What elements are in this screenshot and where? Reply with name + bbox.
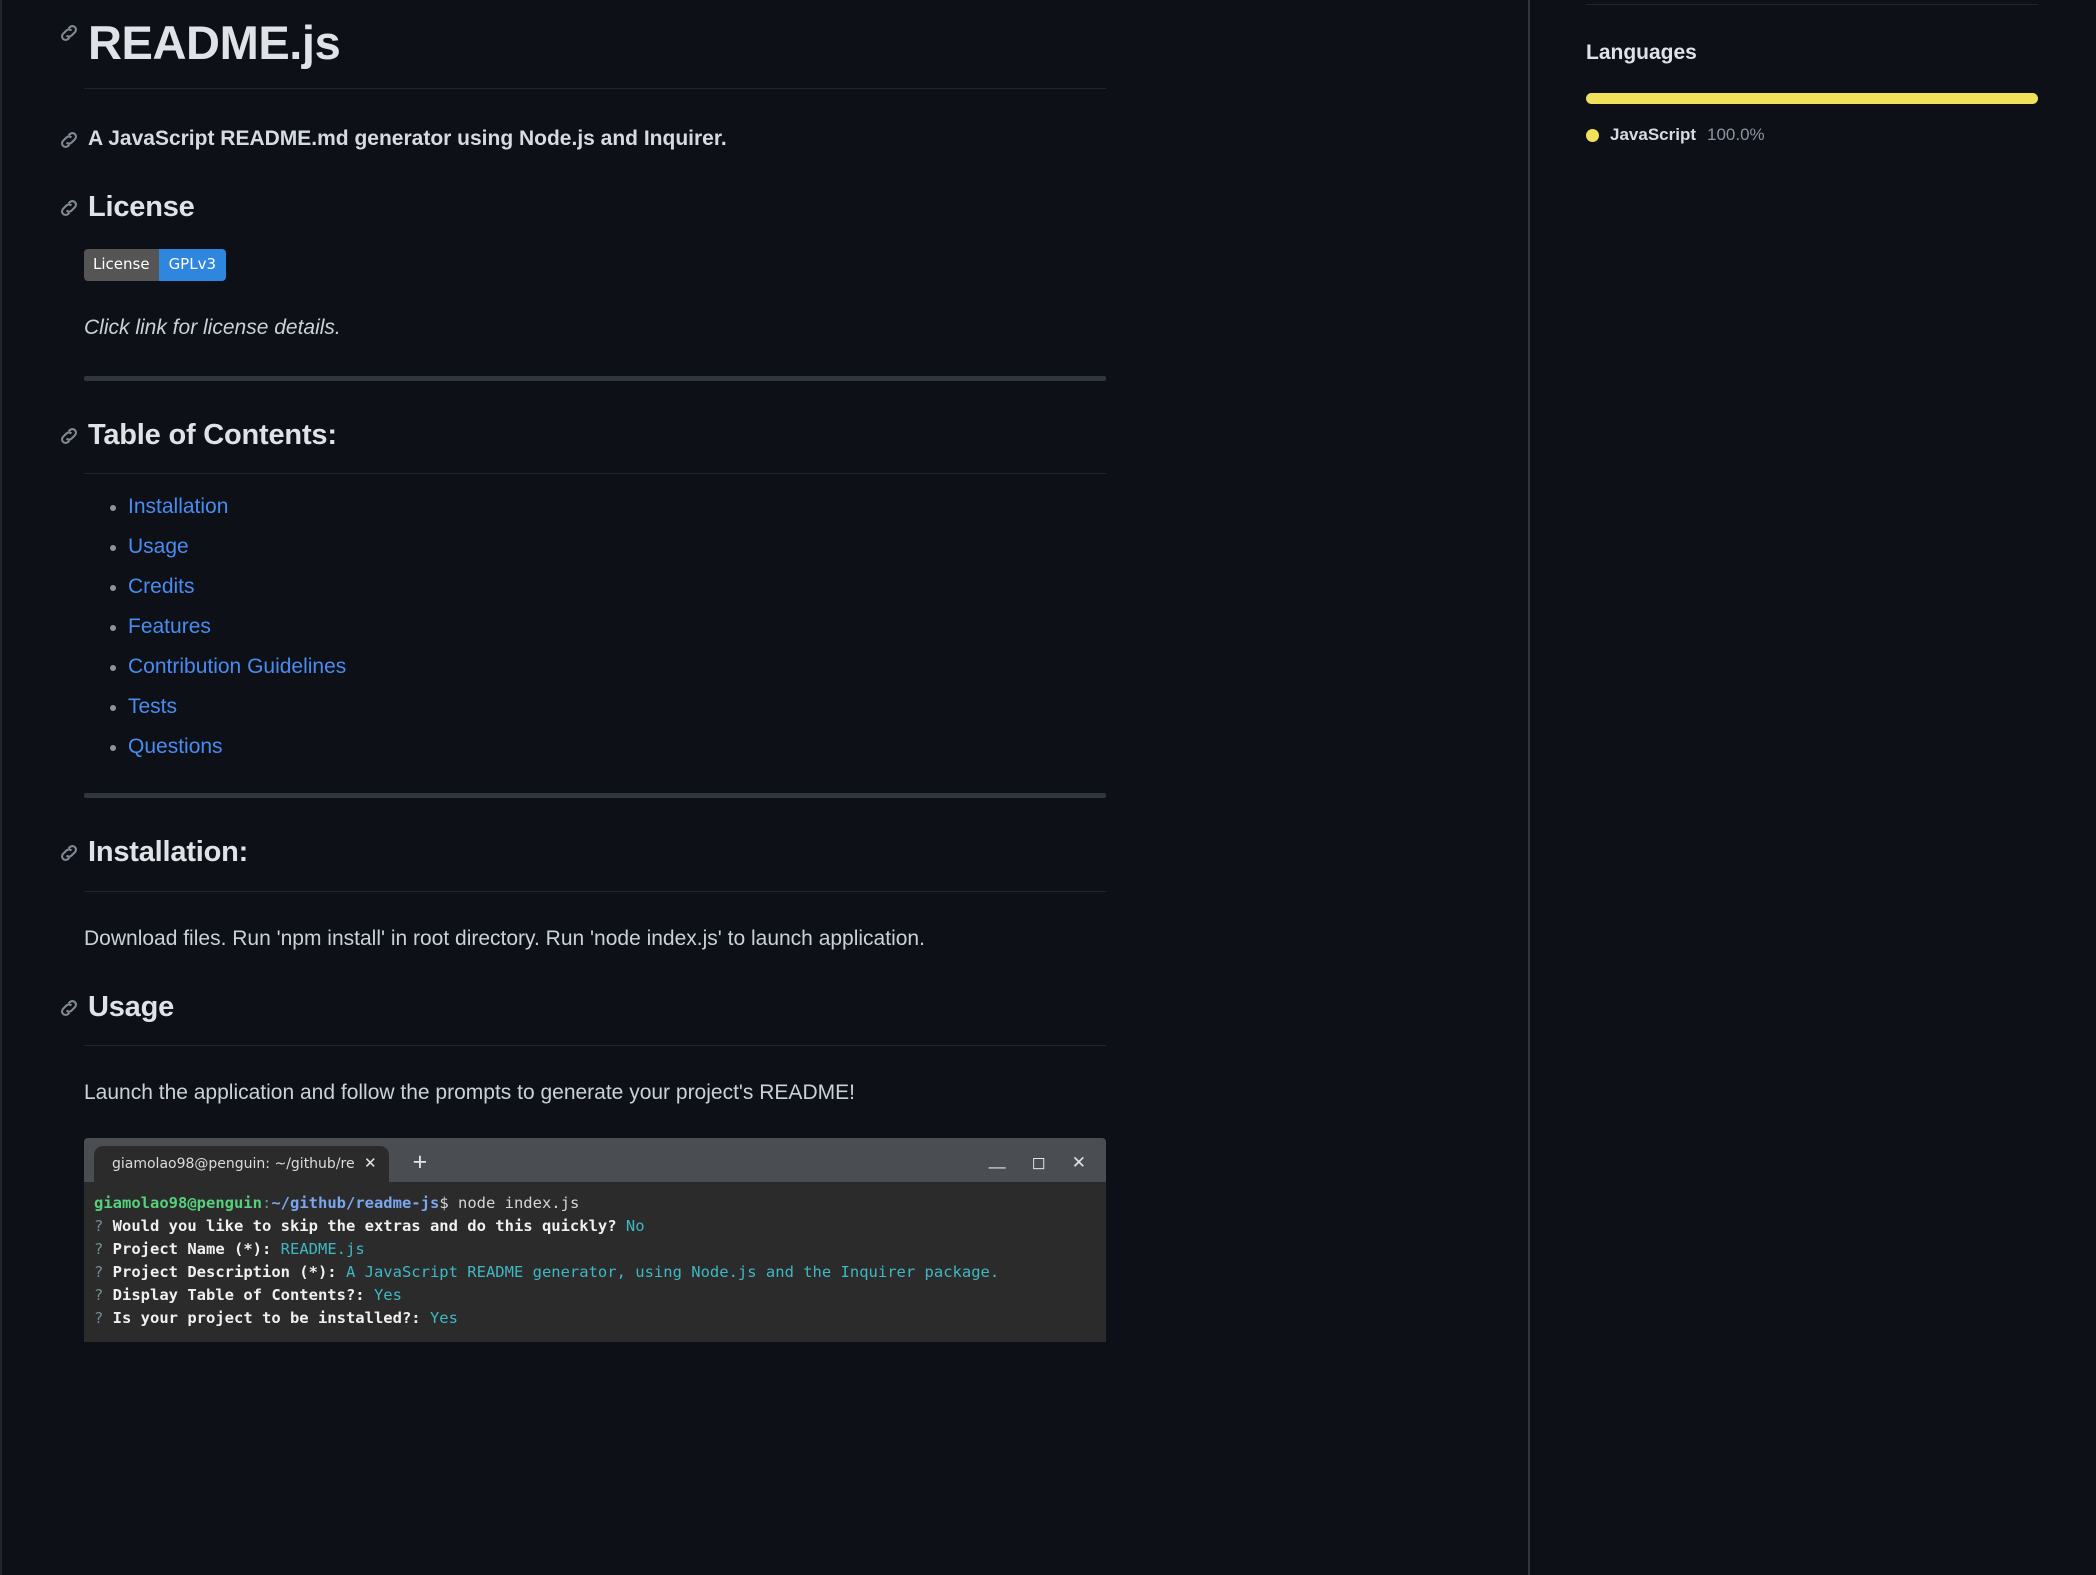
usage-divider — [84, 1045, 1106, 1047]
license-badge-value: GPLv3 — [158, 248, 227, 281]
usage-body: Launch the application and follow the pr… — [84, 1081, 855, 1105]
installation-divider — [84, 890, 1106, 892]
terminal-answer: Yes — [364, 1285, 402, 1304]
terminal-marker: ? — [94, 1239, 104, 1258]
anchor-link-icon[interactable] — [58, 425, 80, 447]
languages-bar — [1586, 93, 2038, 104]
license-heading: License — [88, 190, 195, 223]
anchor-link-icon[interactable] — [58, 129, 80, 151]
terminal-sep: : — [261, 1193, 272, 1212]
terminal-line: ? Would you like to skip the extras and … — [94, 1215, 1106, 1238]
terminal-answer: README.js — [271, 1239, 365, 1258]
language-row-javascript[interactable]: JavaScript 100.0% — [1586, 125, 2036, 145]
plus-icon[interactable]: + — [413, 1149, 428, 1175]
close-icon[interactable]: ✕ — [364, 1156, 377, 1171]
terminal-marker: ? — [94, 1285, 104, 1304]
terminal-screenshot: giamolao98@penguin: ~/github/read ✕ + — … — [84, 1137, 1106, 1342]
list-item: Installation — [110, 495, 1468, 518]
terminal-question: Would you like to skip the extras and do… — [103, 1216, 617, 1235]
readme-main-column: README.js A JavaScript README.md generat… — [0, 0, 1530, 1575]
toc-heading: Table of Contents: — [88, 418, 337, 451]
usage-heading: Usage — [88, 991, 175, 1024]
toc-divider — [84, 473, 1106, 475]
minimize-icon[interactable]: — — [989, 1158, 1006, 1175]
section-divider-2 — [84, 793, 1106, 799]
readme-subtitle-row: A JavaScript README.md generator using N… — [58, 125, 1468, 152]
toc-link-usage[interactable]: Usage — [128, 535, 189, 558]
anchor-link-icon[interactable] — [58, 197, 80, 219]
readme-title-row: README.js — [58, 0, 1468, 67]
terminal-question: Project Name (*): — [103, 1239, 272, 1258]
list-item: Credits — [110, 575, 1468, 598]
toc-heading-row: Table of Contents: — [58, 419, 1468, 452]
toc-link-questions[interactable]: Questions — [128, 735, 223, 758]
list-item: Contribution Guidelines — [110, 655, 1468, 678]
terminal-window-controls: — ◻ ✕ — [989, 1154, 1106, 1182]
terminal-line: ? Project Name (*): README.js — [94, 1238, 1106, 1261]
terminal-marker: ? — [94, 1262, 104, 1281]
repository-sidebar: Languages JavaScript 100.0% — [1530, 0, 2092, 1575]
installation-body: Download files. Run 'npm install' in roo… — [84, 926, 925, 950]
toc-link-installation[interactable]: Installation — [128, 495, 228, 518]
language-color-dot — [1586, 128, 1599, 142]
toc-link-contribution-guidelines[interactable]: Contribution Guidelines — [128, 655, 346, 678]
terminal-output[interactable]: giamolao98@penguin:~/github/readme-js$ n… — [84, 1181, 1106, 1342]
page-title: README.js — [88, 16, 341, 69]
toc-list: Installation Usage Credits Features Cont… — [58, 496, 1468, 757]
terminal-question: Display Table of Contents?: — [103, 1285, 365, 1304]
anchor-link-icon[interactable] — [58, 842, 80, 864]
list-item: Usage — [110, 535, 1468, 558]
terminal-answer: No — [616, 1216, 645, 1235]
repository-readme-page: README.js A JavaScript README.md generat… — [0, 0, 2096, 1575]
toc-link-features[interactable]: Features — [128, 615, 211, 638]
language-name: JavaScript — [1610, 125, 1696, 144]
sidebar-top-divider — [1586, 4, 2038, 5]
section-divider-1 — [84, 375, 1106, 381]
close-icon[interactable]: ✕ — [1072, 1154, 1086, 1171]
toc-link-tests[interactable]: Tests — [128, 695, 177, 718]
readme-subtitle: A JavaScript README.md generator using N… — [88, 127, 727, 151]
terminal-command: node index.js — [448, 1193, 580, 1212]
anchor-link-icon[interactable] — [58, 22, 80, 44]
installation-heading: Installation: — [88, 836, 249, 869]
terminal-question: Project Description (*): — [103, 1262, 337, 1281]
list-item: Tests — [110, 695, 1468, 718]
terminal-answer: Yes — [420, 1308, 458, 1327]
terminal-tab[interactable]: giamolao98@penguin: ~/github/read ✕ — [94, 1145, 389, 1182]
terminal-tab-label: giamolao98@penguin: ~/github/read — [112, 1155, 354, 1172]
terminal-answer: A JavaScript README generator, using Nod… — [336, 1262, 1000, 1281]
languages-heading: Languages — [1586, 41, 1697, 64]
terminal-path: ~/github/readme-js — [271, 1193, 440, 1212]
license-note: Click link for license details. — [84, 315, 341, 339]
installation-heading-row: Installation: — [58, 836, 1468, 869]
terminal-title-bar: giamolao98@penguin: ~/github/read ✕ + — … — [84, 1137, 1106, 1182]
toc-link-credits[interactable]: Credits — [128, 575, 195, 598]
list-item: Questions — [110, 735, 1468, 758]
terminal-dollar: $ — [439, 1193, 449, 1212]
maximize-icon[interactable]: ◻ — [1032, 1154, 1046, 1171]
language-percent: 100.0% — [1707, 125, 1765, 144]
terminal-marker: ? — [94, 1216, 104, 1235]
language-segment-javascript[interactable] — [1586, 93, 2038, 104]
list-item: Features — [110, 615, 1468, 638]
terminal-prompt-line: giamolao98@penguin:~/github/readme-js$ n… — [94, 1192, 1106, 1215]
license-heading-row: License — [58, 191, 1468, 224]
title-divider — [84, 88, 1106, 90]
terminal-user: giamolao98@penguin — [94, 1193, 262, 1212]
license-badge[interactable]: License GPLv3 — [84, 248, 227, 281]
terminal-line: ? Display Table of Contents?: Yes — [94, 1284, 1106, 1307]
usage-heading-row: Usage — [58, 991, 1468, 1024]
terminal-line: ? Is your project to be installed?: Yes — [94, 1307, 1106, 1330]
anchor-link-icon[interactable] — [58, 997, 80, 1019]
terminal-marker: ? — [94, 1308, 104, 1327]
license-badge-label: License — [84, 248, 159, 281]
terminal-line: ? Project Description (*): A JavaScript … — [94, 1261, 1106, 1284]
terminal-question: Is your project to be installed?: — [103, 1308, 421, 1327]
